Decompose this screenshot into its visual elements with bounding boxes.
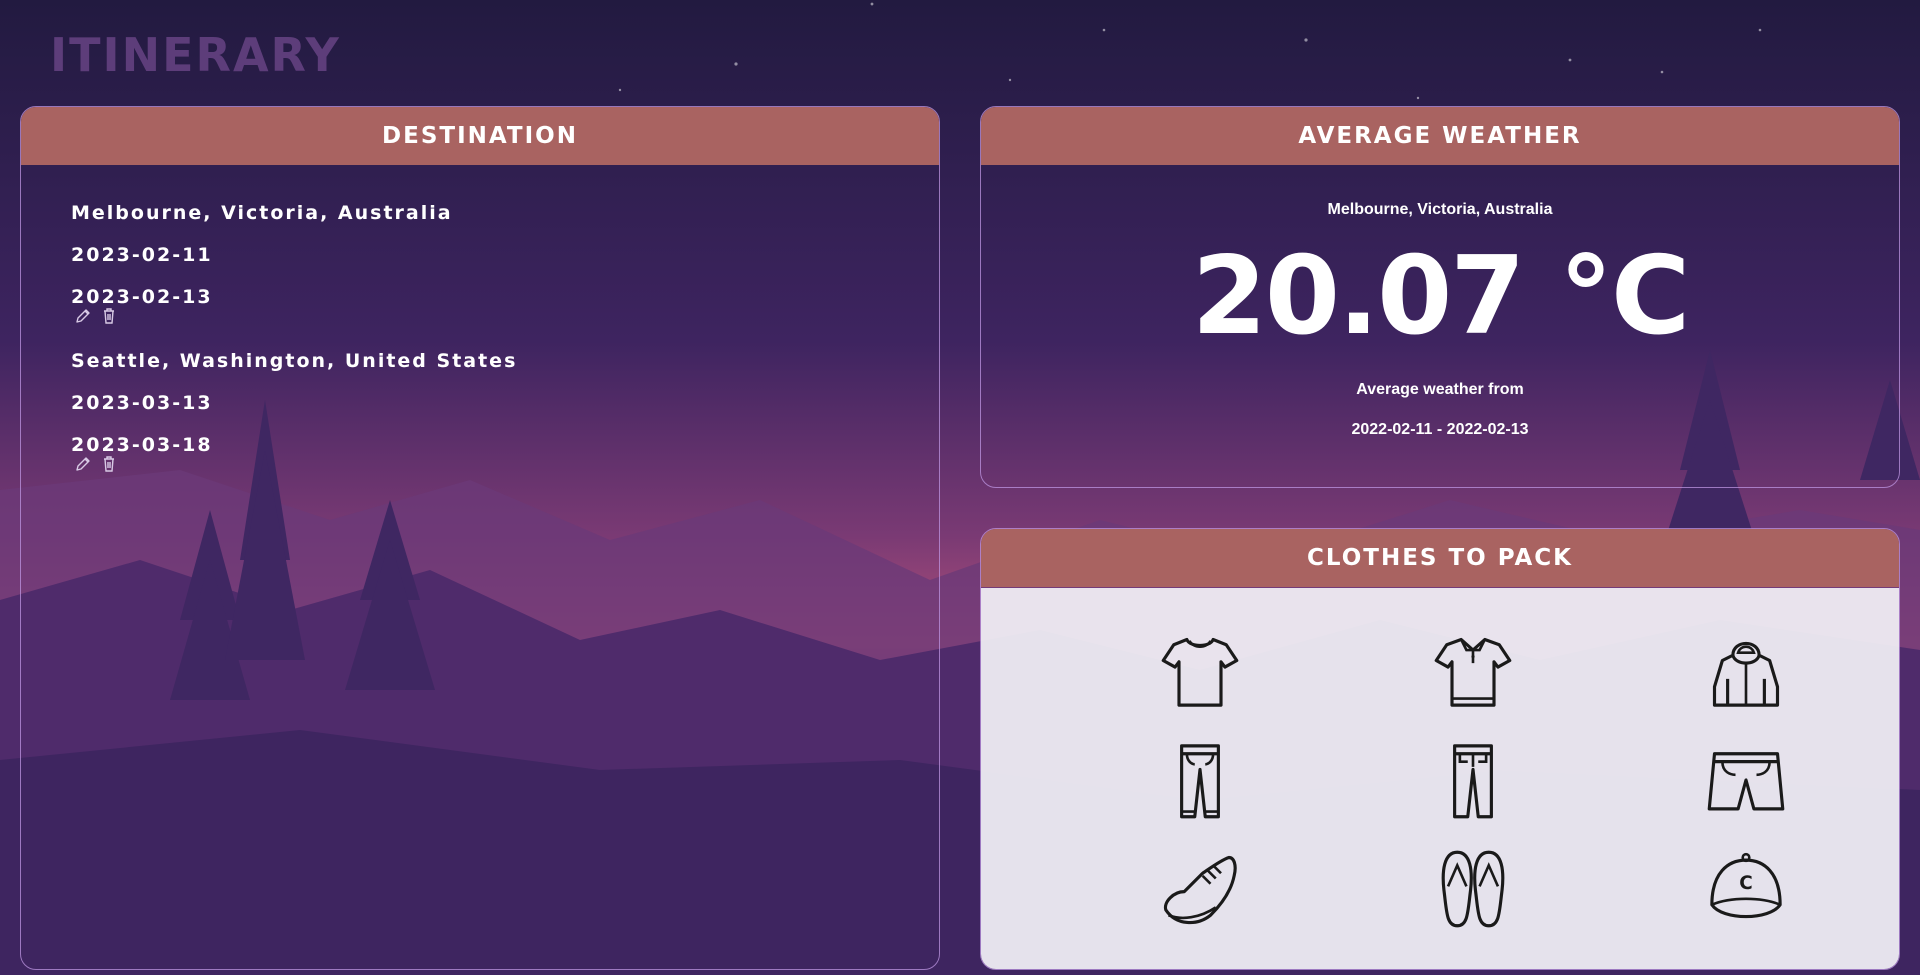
trash-icon[interactable] — [99, 306, 119, 326]
pencil-icon[interactable] — [73, 306, 93, 326]
clothes-header: CLOTHES TO PACK — [981, 529, 1899, 587]
clothes-panel: C — [981, 588, 1899, 969]
destination-header: DESTINATION — [21, 107, 939, 165]
clothing-item — [1336, 725, 1609, 834]
weather-date-range: 2022-02-11 - 2022-02-13 — [1351, 421, 1529, 438]
flip-flops-icon — [1441, 850, 1504, 927]
shorts-icon — [1707, 751, 1784, 810]
polo-shirt-icon — [1434, 637, 1511, 707]
weather-body: Melbourne, Victoria, Australia 20.07 °C … — [981, 201, 1899, 439]
clothing-item — [1336, 616, 1609, 725]
weather-header: AVERAGE WEATHER — [981, 107, 1899, 165]
destination-start-date: 2023-02-11 — [71, 244, 213, 266]
destination-list: Melbourne, Victoria, Australia 2023-02-1… — [71, 201, 517, 497]
clothing-item — [1063, 616, 1336, 725]
destination-item: Melbourne, Victoria, Australia 2023-02-1… — [71, 201, 517, 327]
weather-from-label: Average weather from — [1356, 381, 1524, 398]
clothes-card: CLOTHES TO PACK C — [980, 528, 1900, 970]
hoodie-icon — [1712, 641, 1779, 707]
weather-card: AVERAGE WEATHER Melbourne, Victoria, Aus… — [980, 106, 1900, 488]
clothing-item — [1609, 725, 1882, 834]
weather-city: Melbourne, Victoria, Australia — [1327, 201, 1553, 218]
clothing-item — [1063, 834, 1336, 943]
destination-item: Seattle, Washington, United States 2023-… — [71, 349, 517, 475]
clothing-item — [1336, 834, 1609, 943]
cap-icon: C — [1709, 852, 1782, 918]
destination-place: Melbourne, Victoria, Australia — [71, 202, 453, 224]
destination-start-date: 2023-03-13 — [71, 392, 213, 414]
trousers-icon — [1179, 743, 1220, 818]
pencil-icon[interactable] — [73, 454, 93, 474]
jeans-icon — [1452, 743, 1493, 818]
sneaker-icon — [1163, 855, 1237, 924]
destination-place: Seattle, Washington, United States — [71, 350, 518, 372]
app-title: ITINERARY — [50, 28, 341, 82]
clothing-item — [1063, 725, 1336, 834]
destination-card: DESTINATION Melbourne, Victoria, Austral… — [20, 106, 940, 970]
t-shirt-icon — [1161, 637, 1238, 707]
weather-temperature: 20.07 °C — [1191, 234, 1690, 359]
trash-icon[interactable] — [99, 454, 119, 474]
clothing-item — [1609, 616, 1882, 725]
clothing-item: C — [1609, 834, 1882, 943]
clothes-grid: C — [1063, 616, 1881, 943]
svg-text:C: C — [1739, 873, 1752, 894]
